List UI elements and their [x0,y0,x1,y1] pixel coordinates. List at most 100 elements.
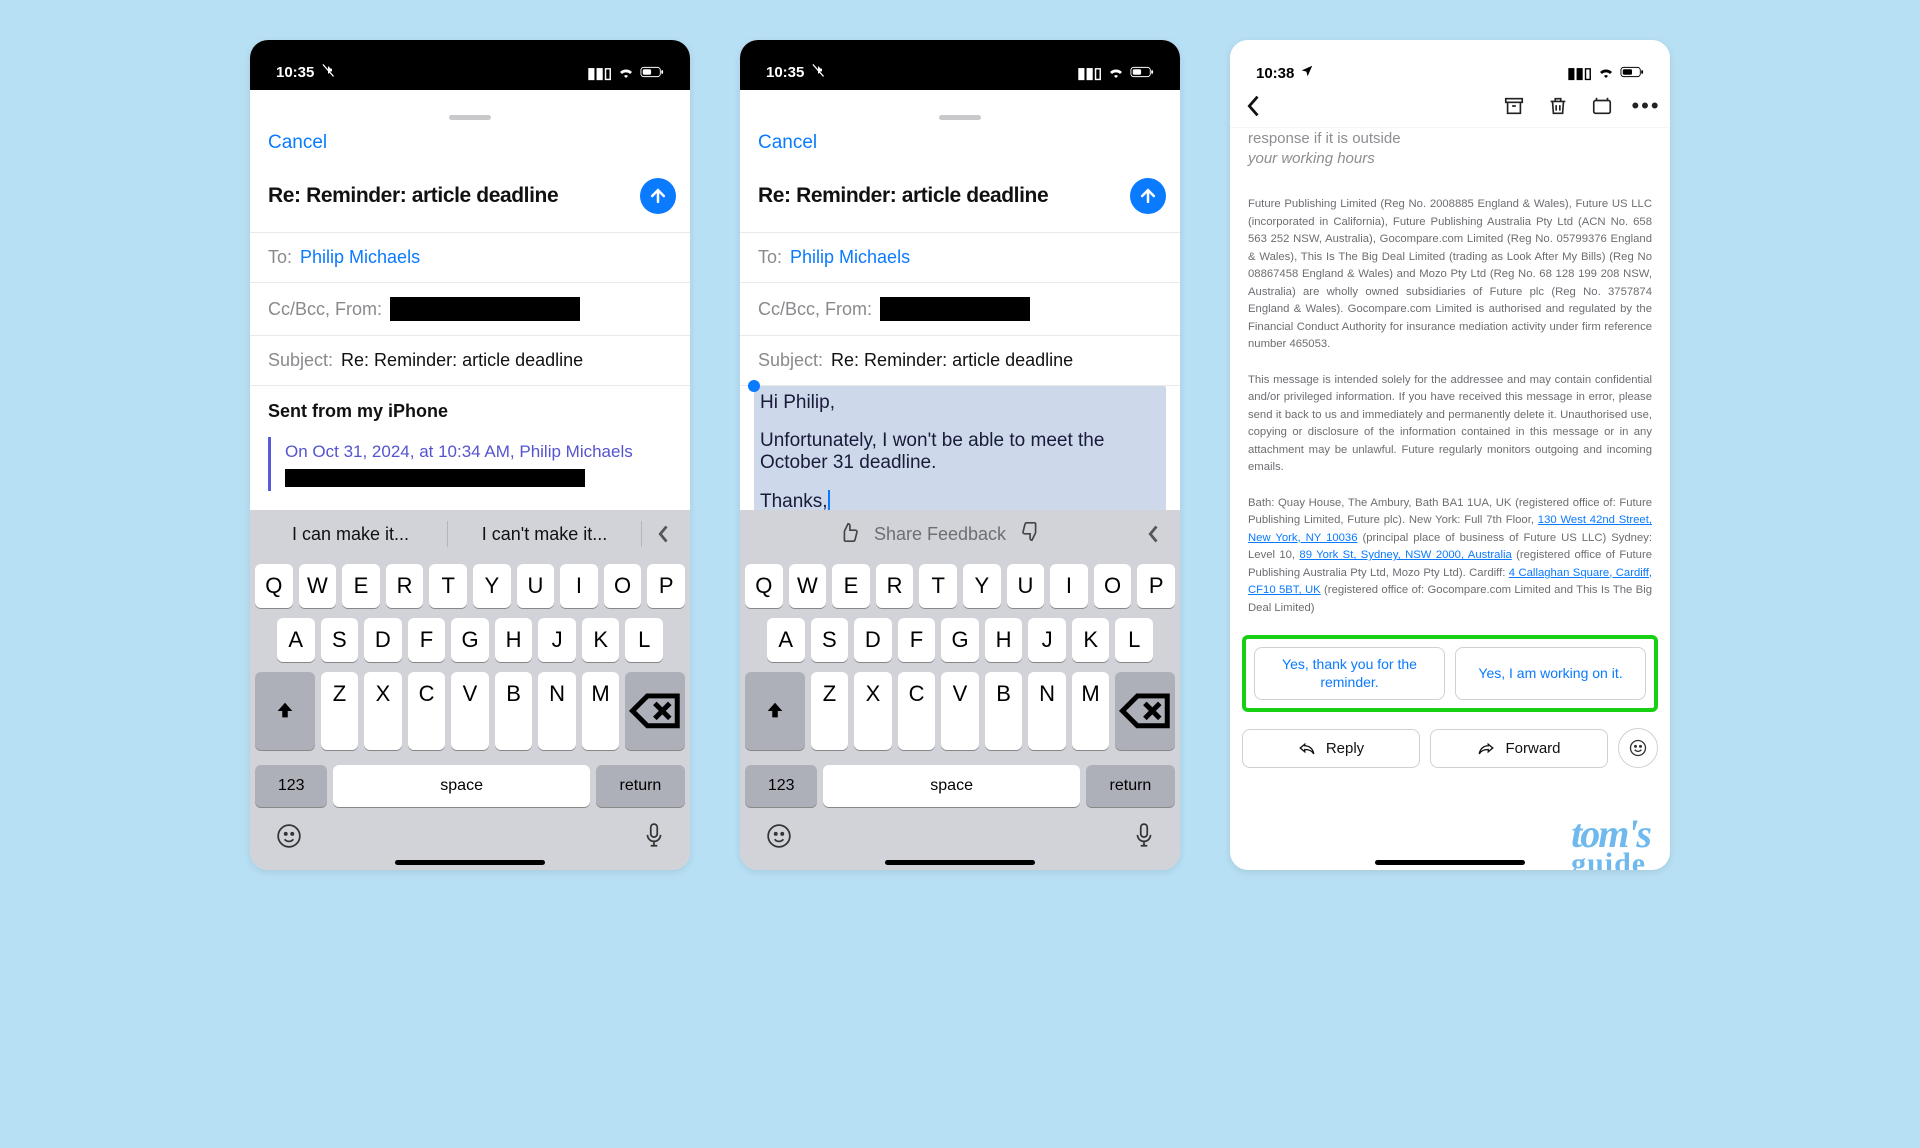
key-y[interactable]: Y [963,564,1001,608]
key-m[interactable]: M [582,672,620,750]
emoji-keyboard-icon[interactable] [276,823,302,854]
key-z[interactable]: Z [321,672,359,750]
key-c[interactable]: C [408,672,446,750]
forward-button[interactable]: Forward [1430,729,1608,768]
key-r[interactable]: R [386,564,424,608]
email-body[interactable]: Future Publishing Limited (Reg No. 20088… [1230,196,1670,617]
key-c[interactable]: C [898,672,936,750]
home-indicator[interactable] [395,860,545,865]
sheet-grabber[interactable] [939,115,981,120]
key-g[interactable]: G [941,618,979,662]
shift-key[interactable] [255,672,315,750]
space-key[interactable]: space [333,765,589,807]
key-a[interactable]: A [767,618,805,662]
trash-icon[interactable] [1546,94,1570,118]
return-key[interactable]: return [596,765,685,807]
key-r[interactable]: R [876,564,914,608]
emoji-keyboard-icon[interactable] [766,823,792,854]
quicktype-suggestion-2[interactable]: I can't make it... [452,514,637,555]
archive-icon[interactable] [1502,94,1526,118]
key-f[interactable]: F [408,618,446,662]
key-v[interactable]: V [941,672,979,750]
address-link[interactable]: 89 York St, Sydney, NSW 2000, Australia [1299,549,1511,561]
dictation-icon[interactable] [644,823,664,854]
key-n[interactable]: N [1028,672,1066,750]
return-key[interactable]: return [1086,765,1175,807]
key-q[interactable]: Q [745,564,783,608]
ccbcc-from-label[interactable]: Cc/Bcc, From: [758,299,872,320]
dictation-icon[interactable] [1134,823,1154,854]
key-t[interactable]: T [429,564,467,608]
key-w[interactable]: W [299,564,337,608]
ccbcc-from-label[interactable]: Cc/Bcc, From: [268,299,382,320]
key-h[interactable]: H [985,618,1023,662]
key-g[interactable]: G [451,618,489,662]
key-a[interactable]: A [277,618,315,662]
reply-button[interactable]: Reply [1242,729,1420,768]
emoji-react-button[interactable] [1618,728,1658,768]
key-o[interactable]: O [604,564,642,608]
subject-field-value[interactable]: Re: Reminder: article deadline [341,350,583,371]
send-button[interactable] [640,178,676,214]
numbers-key[interactable]: 123 [255,765,327,807]
key-l[interactable]: L [1115,618,1153,662]
key-i[interactable]: I [1050,564,1088,608]
key-o[interactable]: O [1094,564,1132,608]
backspace-key[interactable] [1115,672,1175,750]
key-e[interactable]: E [832,564,870,608]
key-t[interactable]: T [919,564,957,608]
key-h[interactable]: H [495,618,533,662]
back-icon[interactable] [1242,94,1266,118]
key-u[interactable]: U [517,564,555,608]
key-s[interactable]: S [321,618,359,662]
key-v[interactable]: V [451,672,489,750]
cancel-button[interactable]: Cancel [758,132,817,153]
key-y[interactable]: Y [473,564,511,608]
backspace-key[interactable] [625,672,685,750]
selection-handle-icon[interactable] [748,380,760,392]
more-icon[interactable]: ••• [1634,94,1658,118]
collapse-suggestions-icon[interactable] [646,516,682,552]
key-u[interactable]: U [1007,564,1045,608]
send-button[interactable] [1130,178,1166,214]
key-x[interactable]: X [364,672,402,750]
key-j[interactable]: J [538,618,576,662]
key-w[interactable]: W [789,564,827,608]
shift-key[interactable] [745,672,805,750]
thumbs-down-icon[interactable] [1020,521,1042,548]
key-b[interactable]: B [985,672,1023,750]
smart-reply-2[interactable]: Yes, I am working on it. [1455,647,1646,700]
key-e[interactable]: E [342,564,380,608]
home-indicator[interactable] [885,860,1035,865]
key-x[interactable]: X [854,672,892,750]
key-k[interactable]: K [582,618,620,662]
key-d[interactable]: D [854,618,892,662]
to-recipient[interactable]: Philip Michaels [790,247,910,268]
home-indicator[interactable] [1375,860,1525,865]
compose-reply-icon[interactable] [1590,94,1614,118]
key-p[interactable]: P [647,564,685,608]
key-i[interactable]: I [560,564,598,608]
smart-reply-1[interactable]: Yes, thank you for the reminder. [1254,647,1445,700]
key-p[interactable]: P [1137,564,1175,608]
key-d[interactable]: D [364,618,402,662]
key-m[interactable]: M [1072,672,1110,750]
subject-field-value[interactable]: Re: Reminder: article deadline [831,350,1073,371]
key-z[interactable]: Z [811,672,849,750]
collapse-suggestions-icon[interactable] [1136,516,1172,552]
key-s[interactable]: S [811,618,849,662]
thumbs-up-icon[interactable] [838,521,860,548]
quicktype-suggestion-1[interactable]: I can make it... [258,514,443,555]
generated-reply-selection[interactable]: Hi Philip, Unfortunately, I won't be abl… [754,386,1166,519]
key-n[interactable]: N [538,672,576,750]
numbers-key[interactable]: 123 [745,765,817,807]
key-f[interactable]: F [898,618,936,662]
key-j[interactable]: J [1028,618,1066,662]
key-b[interactable]: B [495,672,533,750]
key-k[interactable]: K [1072,618,1110,662]
key-q[interactable]: Q [255,564,293,608]
to-recipient[interactable]: Philip Michaels [300,247,420,268]
space-key[interactable]: space [823,765,1079,807]
cancel-button[interactable]: Cancel [268,132,327,153]
compose-body[interactable]: Sent from my iPhone On Oct 31, 2024, at … [250,386,690,505]
